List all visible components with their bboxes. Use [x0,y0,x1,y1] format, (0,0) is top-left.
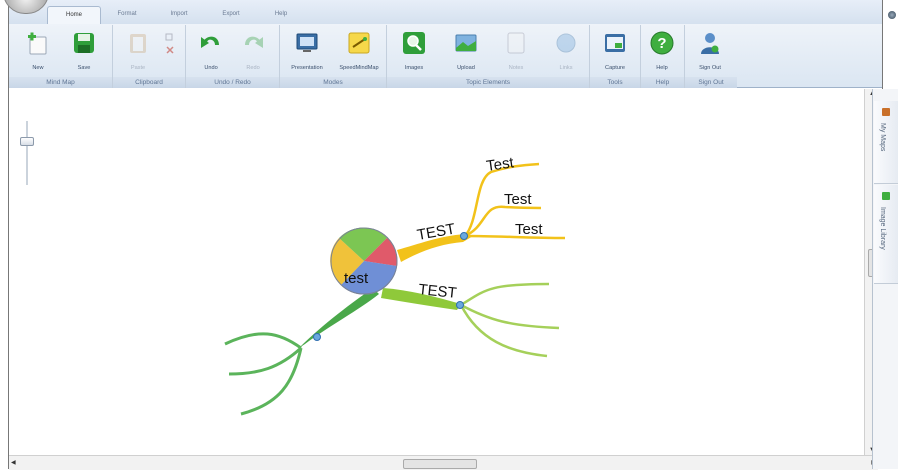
scroll-left-arrow-icon[interactable]: ◀ [11,459,16,466]
subtopic-label-2[interactable]: Test [504,191,532,208]
subbranch-green-2 [228,346,303,376]
window-control-icon[interactable] [888,11,896,19]
branch-line-green [299,288,379,348]
subbranch-lightgreen-1 [460,282,550,307]
app-window: Home Format Import Export Help New Save … [3,0,896,470]
branch-junction-green [313,333,321,341]
subbranch-green-1 [224,332,302,350]
mindmap-diagram: test TEST TEST Test Test Test [224,154,566,416]
branch-junction-yellow [460,232,468,240]
branch-junction-lightgreen [456,301,464,309]
sidebar-tab-image-library[interactable]: Image Library [874,185,898,284]
central-topic-label[interactable]: test [344,270,369,287]
my-maps-icon [882,108,890,116]
subtopic-label-1[interactable]: Test [485,154,515,175]
horizontal-scrollbar[interactable]: ◀ ▶ [9,455,878,470]
horizontal-scroll-thumb[interactable] [403,459,477,469]
right-sidebar: My Maps Image Library [872,89,898,469]
image-library-label: Image Library [879,207,886,250]
image-library-icon [882,192,890,200]
my-maps-label: My Maps [879,123,886,152]
subtopic-label-3[interactable]: Test [515,221,543,238]
zoom-slider-thumb[interactable] [20,137,34,146]
subbranch-green-3 [240,347,303,416]
sidebar-tab-my-maps[interactable]: My Maps [874,101,898,184]
zoom-slider-track[interactable] [26,121,28,185]
